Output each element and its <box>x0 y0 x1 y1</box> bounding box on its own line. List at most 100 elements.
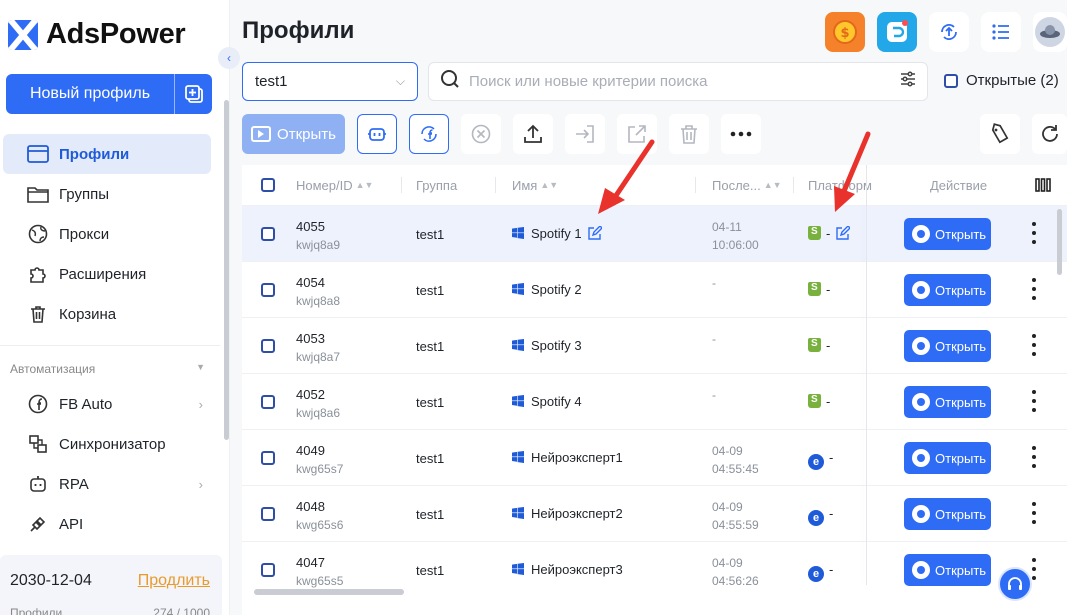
automation-section-title[interactable]: Автоматизация ▼ <box>10 362 205 376</box>
collapse-sidebar-button[interactable]: ‹ <box>218 47 240 69</box>
table-row[interactable]: 4048 kwg65s6 test1 Нейроэксперт2 04-09 04:55:… <box>242 485 1067 541</box>
sort-icon: ▲▼ <box>355 180 374 190</box>
export-button[interactable] <box>513 114 553 154</box>
table-row[interactable]: 4054 kwjq8a8 test1 Spotify 2 - - Открыть <box>242 261 1067 317</box>
row-more-icon[interactable] <box>1032 334 1036 356</box>
open-selected-button[interactable]: Открыть <box>242 114 345 154</box>
profile-number: 4055 <box>296 219 325 234</box>
column-id[interactable]: Номер/ID ▲▼ <box>296 165 373 205</box>
column-settings-icon[interactable] <box>1035 165 1051 205</box>
shopify-icon <box>808 226 821 240</box>
table-row[interactable]: 4055 kwjq8a9 test1 Spotify 1 04-11 10:06:00 - О… <box>242 205 1067 261</box>
row-checkbox[interactable] <box>261 507 275 521</box>
edit-icon[interactable] <box>587 225 603 240</box>
profiles-quota-count: 274 / 1000 <box>153 606 210 615</box>
select-all-checkbox[interactable] <box>261 178 275 192</box>
group-select[interactable]: test1 ⌵ <box>242 62 418 101</box>
table-row[interactable]: 4052 kwjq8a6 test1 Spotify 4 - - Открыть <box>242 373 1067 429</box>
open-profile-button[interactable]: Открыть <box>904 274 991 306</box>
opened-checkbox[interactable] <box>944 73 958 88</box>
nav-item-rpa[interactable]: RPA › <box>3 464 211 504</box>
open-profile-button[interactable]: Открыть <box>904 442 991 474</box>
row-more-icon[interactable] <box>1032 502 1036 524</box>
row-checkbox[interactable] <box>261 227 275 241</box>
open-profile-button[interactable]: Открыть <box>904 218 991 250</box>
open-profile-button[interactable]: Открыть <box>904 498 991 530</box>
platform-cell: - <box>808 338 830 353</box>
nav-label: API <box>59 515 84 533</box>
nav-item-api[interactable]: API <box>3 504 211 544</box>
nav-item-trash[interactable]: Корзина <box>3 294 211 334</box>
profile-id-cell: 4054 kwjq8a8 <box>296 274 340 310</box>
page-title: Профили <box>242 17 355 44</box>
row-checkbox[interactable] <box>261 339 275 353</box>
filter-settings-icon[interactable] <box>899 70 917 93</box>
app-logo[interactable]: AdsPower <box>8 18 186 51</box>
row-checkbox[interactable] <box>261 563 275 577</box>
batch-add-icon[interactable] <box>174 74 212 114</box>
row-more-icon[interactable] <box>1032 558 1036 580</box>
profile-number: 4048 <box>296 499 325 514</box>
delete-button[interactable] <box>669 114 709 154</box>
last-opened-date: - <box>712 388 716 402</box>
last-opened-cell: 04-11 10:06:00 <box>712 218 759 254</box>
more-actions-button[interactable] <box>721 114 761 154</box>
transfer-button[interactable] <box>565 114 605 154</box>
nav-item-proxy[interactable]: Прокси <box>3 214 211 254</box>
headset-icon <box>1008 577 1022 590</box>
row-checkbox[interactable] <box>261 395 275 409</box>
nav-item-groups[interactable]: Группы <box>3 174 211 214</box>
sidebar: AdsPower Новый профиль Профили Группы Пр… <box>0 0 230 615</box>
row-checkbox[interactable] <box>261 283 275 297</box>
horizontal-scrollbar[interactable] <box>254 589 404 595</box>
nav-item-extensions[interactable]: Расширения <box>3 254 211 294</box>
table-row[interactable]: 4049 kwg65s7 test1 Нейроэксперт1 04-09 04:55:… <box>242 429 1067 485</box>
opened-filter[interactable]: Открытые (2) <box>944 72 1059 89</box>
app-update-icon[interactable] <box>877 12 917 52</box>
last-opened-time: 10:06:00 <box>712 238 759 252</box>
row-more-icon[interactable] <box>1032 222 1036 244</box>
share-button[interactable] <box>617 114 657 154</box>
close-browser-button[interactable] <box>461 114 501 154</box>
platform-account: - <box>829 506 834 521</box>
row-more-icon[interactable] <box>1032 278 1036 300</box>
nav-item-profiles[interactable]: Профили <box>3 134 211 174</box>
chrome-icon <box>912 449 930 467</box>
nav-label: Группы <box>59 185 109 203</box>
profile-name: Spotify 2 <box>531 282 582 297</box>
support-chat-button[interactable] <box>998 567 1032 601</box>
open-profile-button[interactable]: Открыть <box>904 386 991 418</box>
open-profile-button[interactable]: Открыть <box>904 330 991 362</box>
name-cell: Нейроэксперт2 <box>512 506 623 521</box>
search-input[interactable] <box>469 73 879 90</box>
row-more-icon[interactable] <box>1032 390 1036 412</box>
name-cell: Spotify 4 <box>512 394 582 409</box>
chrome-icon <box>912 281 930 299</box>
tag-button[interactable] <box>980 114 1020 154</box>
rpa-run-button[interactable] <box>357 114 397 154</box>
avatar[interactable] <box>1033 12 1067 52</box>
open-profile-button[interactable]: Открыть <box>904 554 991 586</box>
task-list-icon[interactable] <box>981 12 1021 52</box>
sidebar-scrollbar[interactable] <box>224 100 229 440</box>
platform-cell: - <box>808 282 830 297</box>
edit-icon[interactable] <box>836 225 852 240</box>
column-name[interactable]: Имя ▲▼ <box>512 165 558 205</box>
ebay-icon: e <box>808 454 824 470</box>
sync-upload-icon[interactable] <box>929 12 969 52</box>
renew-link[interactable]: Продлить <box>138 572 210 590</box>
profile-name: Нейроэксперт2 <box>531 506 623 521</box>
vertical-scrollbar[interactable] <box>1057 209 1062 275</box>
fb-auto-button[interactable] <box>409 114 449 154</box>
refresh-button[interactable] <box>1032 114 1067 154</box>
new-profile-button[interactable]: Новый профиль <box>6 74 212 114</box>
row-more-icon[interactable] <box>1032 446 1036 468</box>
table-row[interactable]: 4053 kwjq8a7 test1 Spotify 3 - - Открыть <box>242 317 1067 373</box>
nav-item-synchronizer[interactable]: Синхронизатор <box>3 424 211 464</box>
coins-reward-icon[interactable]: $ <box>825 12 865 52</box>
puzzle-icon <box>27 263 49 285</box>
nav-item-fb-auto[interactable]: FB Auto › <box>3 384 211 424</box>
column-last-opened[interactable]: После... ▲▼ <box>712 165 782 205</box>
column-platform: Платформ <box>808 177 872 193</box>
row-checkbox[interactable] <box>261 451 275 465</box>
